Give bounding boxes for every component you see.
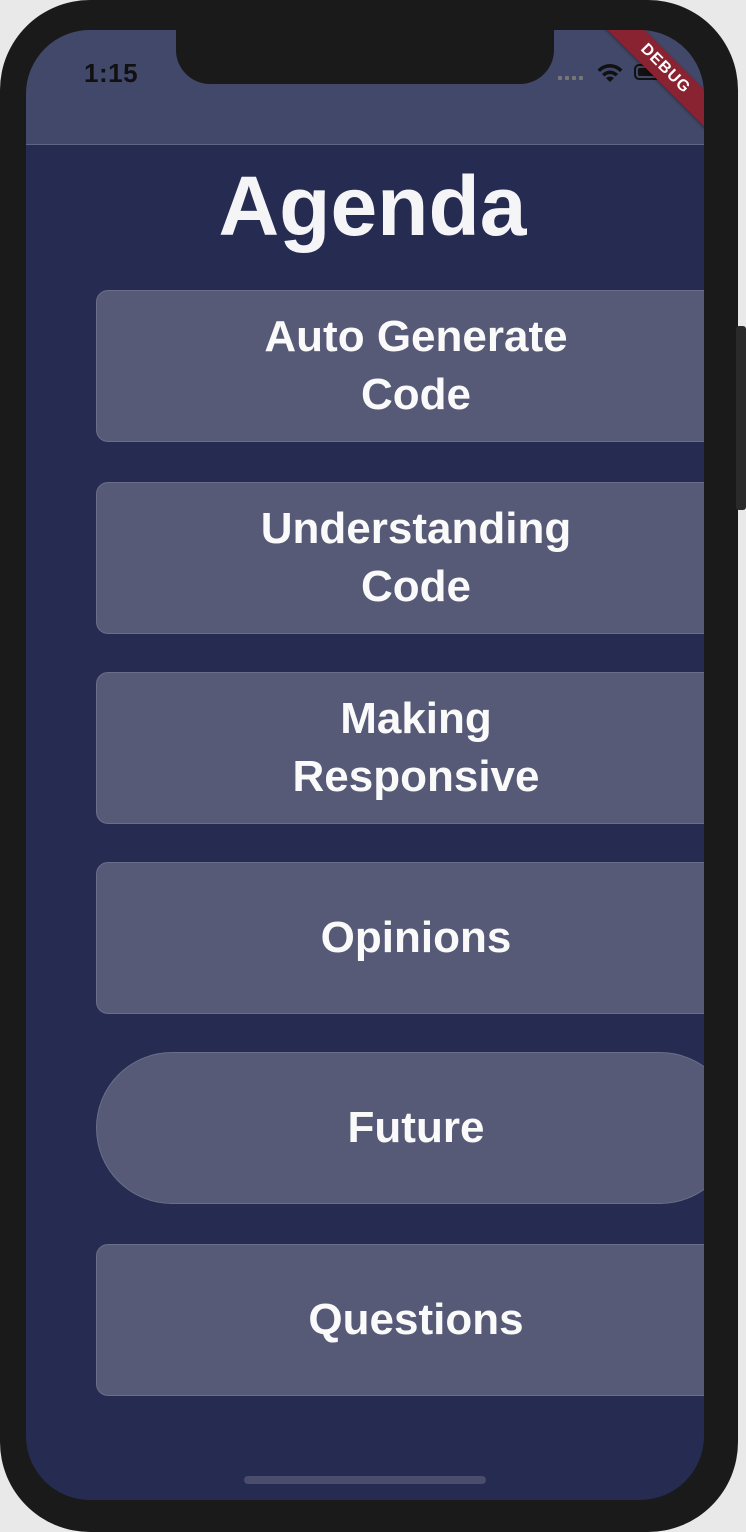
signal-icon (558, 76, 583, 80)
phone-frame: 1:15 DEBUG Agenda Auto Generate Code Und… (0, 0, 738, 1532)
agenda-item-label: Questions (308, 1295, 524, 1344)
agenda-item-questions[interactable]: Questions (96, 1244, 704, 1396)
agenda-item-opinions[interactable]: Opinions (96, 862, 704, 1014)
device-side-button (736, 326, 746, 510)
agenda-item-label: Auto Generate Code (264, 312, 568, 419)
agenda-item-understanding-code[interactable]: Understanding Code (96, 482, 704, 634)
agenda-item-label: Making Responsive (292, 694, 540, 801)
device-notch (176, 30, 554, 84)
agenda-item-making-responsive[interactable]: Making Responsive (96, 672, 704, 824)
agenda-item-auto-generate-code[interactable]: Auto Generate Code (96, 290, 704, 442)
page-title: Agenda (218, 159, 527, 253)
agenda-item-label: Future (347, 1103, 485, 1152)
status-time: 1:15 (84, 58, 139, 88)
agenda-item-label: Understanding Code (260, 504, 572, 611)
app-screen: 1:15 DEBUG Agenda Auto Generate Code Und… (26, 30, 704, 1500)
agenda-item-label: Opinions (320, 913, 512, 962)
wifi-icon (597, 64, 623, 82)
agenda-item-future[interactable]: Future (96, 1052, 704, 1204)
home-indicator[interactable] (244, 1476, 486, 1484)
